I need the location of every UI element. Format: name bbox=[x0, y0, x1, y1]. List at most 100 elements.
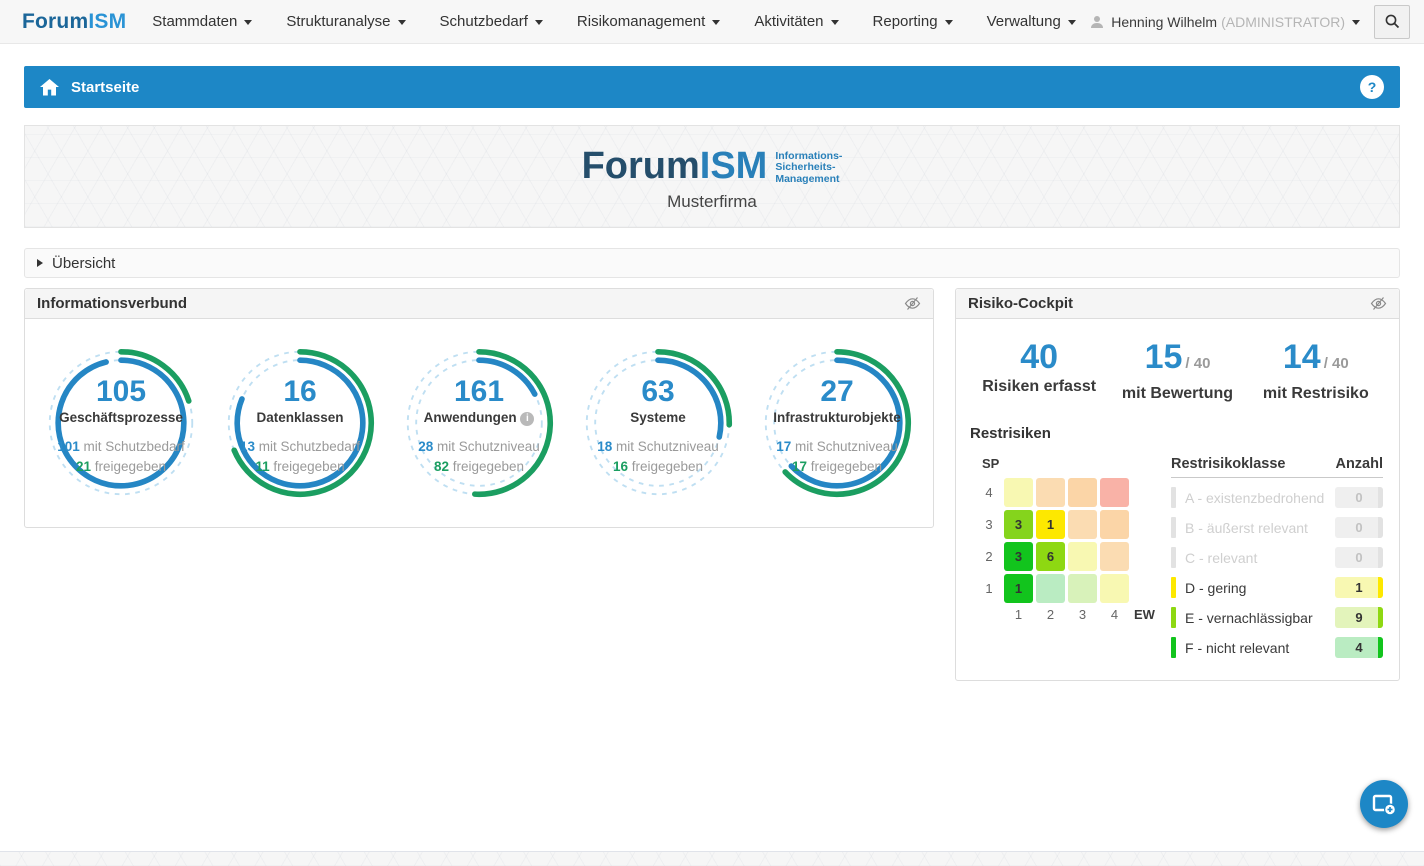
matrix-row-label: 4 bbox=[978, 485, 1000, 500]
hide-panel-button[interactable] bbox=[1370, 296, 1387, 311]
matrix-cell-sp2-ew3 bbox=[1068, 542, 1097, 571]
informationsverbund-panel: Informationsverbund 105Geschäftsprozesse… bbox=[24, 288, 934, 528]
nav-item-stammdaten[interactable]: Stammdaten bbox=[152, 13, 252, 30]
matrix-cell-sp1-ew4 bbox=[1100, 574, 1129, 603]
gauge-value: 105 bbox=[37, 376, 205, 408]
search-button[interactable] bbox=[1374, 5, 1410, 39]
matrix-y-axis-label: SP bbox=[982, 456, 1155, 471]
matrix-col-label: 4 bbox=[1100, 607, 1129, 622]
badge-edge bbox=[1378, 547, 1383, 568]
legend-col-count: Anzahl bbox=[1335, 456, 1383, 472]
legend-row-b: B - äußerst relevant0 bbox=[1171, 517, 1383, 538]
legend-label: B - äußerst relevant bbox=[1185, 520, 1308, 536]
eye-slash-icon bbox=[904, 296, 921, 311]
gauge-label: Anwendungen i bbox=[395, 408, 563, 428]
matrix-cell-sp4-ew1 bbox=[1004, 478, 1033, 507]
matrix-cell-sp1-ew3 bbox=[1068, 574, 1097, 603]
nav-item-strukturanalyse[interactable]: Strukturanalyse bbox=[286, 13, 405, 30]
legend-label: A - existenzbedrohend bbox=[1185, 490, 1324, 506]
gauge-label: Geschäftsprozesse bbox=[37, 408, 205, 428]
nav-item-label: Stammdaten bbox=[152, 13, 237, 30]
nav-item-aktivitaten[interactable]: Aktivitäten bbox=[754, 13, 838, 30]
gauge-datenklassen[interactable]: 16Datenklassen13 mit Schutzbedarf11 frei… bbox=[216, 347, 384, 499]
add-task-fab[interactable] bbox=[1360, 780, 1408, 828]
add-window-icon bbox=[1371, 792, 1397, 816]
overview-toggle[interactable]: Übersicht bbox=[24, 248, 1400, 278]
caret-down-icon bbox=[398, 20, 406, 25]
app-logo-part2: ISM bbox=[88, 10, 126, 33]
caret-down-icon bbox=[831, 20, 839, 25]
hide-panel-button[interactable] bbox=[904, 296, 921, 311]
badge-edge bbox=[1378, 607, 1383, 628]
gauge-value: 27 bbox=[753, 376, 921, 408]
user-role: (ADMINISTRATOR) bbox=[1221, 14, 1345, 30]
matrix-x-axis-label: EW bbox=[1134, 607, 1155, 622]
gauge-stat1: 18 mit Schutzniveau bbox=[574, 437, 742, 457]
nav-item-schutzbedarf[interactable]: Schutzbedarf bbox=[440, 13, 543, 30]
caret-down-icon bbox=[945, 20, 953, 25]
gauge-stat2: 11 freigegeben bbox=[216, 457, 384, 477]
risiko-cockpit-title: Risiko-Cockpit bbox=[968, 295, 1073, 312]
gauges-row: 105Geschäftsprozesse 101 mit Schutzbedarf… bbox=[25, 319, 933, 527]
badge-edge bbox=[1378, 637, 1383, 658]
gauge-value: 161 bbox=[395, 376, 563, 408]
risk-stat-risiken-erfasst: 40Risiken erfasst bbox=[970, 339, 1108, 403]
help-button[interactable]: ? bbox=[1360, 75, 1384, 99]
gauge-stat1: 101 mit Schutzbedarf bbox=[37, 437, 205, 457]
matrix-row-label: 1 bbox=[978, 581, 1000, 596]
risk-stat-mit-bewertung: 15/ 40mit Bewertung bbox=[1108, 339, 1246, 403]
top-navbar: ForumISM Stammdaten Strukturanalyse Schutz… bbox=[0, 0, 1424, 44]
nav-item-label: Verwaltung bbox=[987, 13, 1061, 30]
gauge-stat2: 17 freigegeben bbox=[753, 457, 921, 477]
gauge-anwendungen[interactable]: 161Anwendungen i28 mit Schutzniveau82 fr… bbox=[395, 347, 563, 499]
legend-row-d: D - gering1 bbox=[1171, 577, 1383, 598]
nav-item-risikomanagement[interactable]: Risikomanagement bbox=[577, 13, 720, 30]
matrix-cell-sp2-ew2[interactable]: 6 bbox=[1036, 542, 1065, 571]
gauge-stat1: 13 mit Schutzbedarf bbox=[216, 437, 384, 457]
informationsverbund-title: Informationsverbund bbox=[37, 295, 187, 312]
home-icon[interactable] bbox=[40, 79, 59, 96]
chevron-right-icon bbox=[37, 259, 43, 267]
badge-edge bbox=[1378, 487, 1383, 508]
badge-edge bbox=[1378, 577, 1383, 598]
app-logo[interactable]: ForumISM bbox=[22, 10, 126, 34]
gauge-text: 105Geschäftsprozesse 101 mit Schutzbedarf… bbox=[37, 347, 205, 499]
nav-item-reporting[interactable]: Reporting bbox=[873, 13, 953, 30]
legend-label: C - relevant bbox=[1185, 550, 1257, 566]
legend-color-bar bbox=[1171, 517, 1176, 538]
legend-color-bar bbox=[1171, 577, 1176, 598]
gauge-value: 16 bbox=[216, 376, 384, 408]
matrix-cell-sp3-ew2[interactable]: 1 bbox=[1036, 510, 1065, 539]
caret-down-icon bbox=[1068, 20, 1076, 25]
caret-down-icon bbox=[712, 20, 720, 25]
legend-col-class: Restrisikoklasse bbox=[1171, 456, 1285, 472]
gauge-label: Infrastrukturobjekte bbox=[753, 408, 921, 428]
gauge-stat2: 16 freigegeben bbox=[574, 457, 742, 477]
nav-item-verwaltung[interactable]: Verwaltung bbox=[987, 13, 1076, 30]
gauge-label: Systeme bbox=[574, 408, 742, 428]
nav-item-label: Risikomanagement bbox=[577, 13, 705, 30]
gauge-stat2: 21 freigegeben bbox=[37, 457, 205, 477]
matrix-cell-sp1-ew1[interactable]: 1 bbox=[1004, 574, 1033, 603]
footer-strip bbox=[0, 851, 1424, 866]
count-badge: 0 bbox=[1335, 547, 1383, 568]
gauge-systeme[interactable]: 63Systeme18 mit Schutzniveau16 freigegeb… bbox=[574, 347, 742, 499]
stat-total: / 40 bbox=[1185, 355, 1210, 372]
gauge-geschaftsprozesse[interactable]: 105Geschäftsprozesse 101 mit Schutzbedarf… bbox=[37, 347, 205, 499]
matrix-cell-sp4-ew3 bbox=[1068, 478, 1097, 507]
count-badge: 9 bbox=[1335, 607, 1383, 628]
matrix-cell-sp2-ew1[interactable]: 3 bbox=[1004, 542, 1033, 571]
gauge-infrastrukturobjekte[interactable]: 27Infrastrukturobjekte17 mit Schutznivea… bbox=[753, 347, 921, 499]
matrix-cell-sp3-ew1[interactable]: 3 bbox=[1004, 510, 1033, 539]
legend-label: E - vernachlässigbar bbox=[1185, 610, 1313, 626]
legend-row-c: C - relevant 0 bbox=[1171, 547, 1383, 568]
count-badge: 1 bbox=[1335, 577, 1383, 598]
caret-down-icon bbox=[535, 20, 543, 25]
gauge-stat2: 82 freigegeben bbox=[395, 457, 563, 477]
legend-count: 0 bbox=[1355, 490, 1362, 505]
matrix-cell-sp2-ew4 bbox=[1100, 542, 1129, 571]
info-icon[interactable]: i bbox=[520, 412, 534, 426]
restrisiken-title: Restrisiken bbox=[970, 425, 1385, 442]
search-icon bbox=[1384, 13, 1401, 30]
user-menu[interactable]: Henning Wilhelm (ADMINISTRATOR) bbox=[1089, 14, 1360, 30]
